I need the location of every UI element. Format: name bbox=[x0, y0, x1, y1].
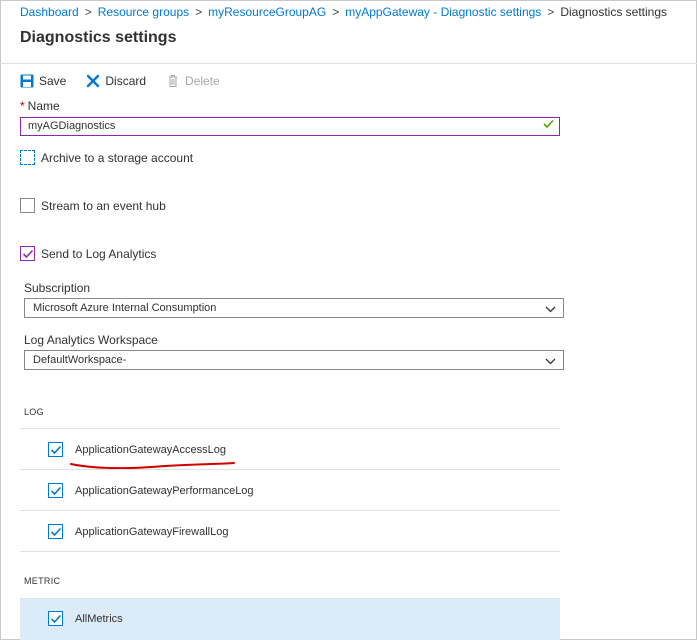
archive-checkbox[interactable] bbox=[20, 150, 35, 165]
all-metrics-checkbox[interactable] bbox=[48, 611, 63, 626]
chevron-down-icon bbox=[545, 304, 556, 317]
stream-checkbox[interactable] bbox=[20, 198, 35, 213]
chevron-down-icon bbox=[545, 356, 556, 369]
discard-button[interactable]: Discard bbox=[86, 74, 146, 88]
breadcrumb-app-gateway-diagnostic-settings[interactable]: myAppGateway - Diagnostic settings bbox=[345, 5, 541, 19]
save-icon bbox=[20, 74, 34, 88]
workspace-label: Log Analytics Workspace bbox=[24, 333, 158, 347]
name-label-text: Name bbox=[27, 99, 60, 113]
checkmark-icon bbox=[50, 527, 62, 537]
name-input[interactable]: myAGDiagnostics bbox=[20, 117, 560, 136]
name-input-value: myAGDiagnostics bbox=[28, 120, 116, 132]
log-section-label: LOG bbox=[24, 407, 44, 417]
breadcrumb-resource-group[interactable]: myResourceGroupAG bbox=[208, 5, 326, 19]
breadcrumb-separator: > bbox=[332, 5, 340, 19]
all-metrics-label: AllMetrics bbox=[75, 613, 123, 625]
workspace-value: DefaultWorkspace- bbox=[33, 354, 127, 366]
log-analytics-checkbox[interactable] bbox=[20, 246, 35, 261]
breadcrumb-separator: > bbox=[84, 5, 92, 19]
breadcrumb-resource-groups[interactable]: Resource groups bbox=[98, 5, 189, 19]
firewall-log-label: ApplicationGatewayFirewallLog bbox=[75, 526, 229, 538]
metric-section-label: METRIC bbox=[24, 576, 61, 586]
breadcrumb-dashboard[interactable]: Dashboard bbox=[20, 5, 79, 19]
archive-label: Archive to a storage account bbox=[41, 151, 194, 165]
save-button[interactable]: Save bbox=[20, 74, 66, 88]
breadcrumb-current: Diagnostics settings bbox=[560, 5, 668, 19]
checkmark-icon bbox=[50, 445, 62, 455]
access-log-label: ApplicationGatewayAccessLog bbox=[75, 444, 227, 456]
subscription-value: Microsoft Azure Internal Consumption bbox=[33, 302, 217, 314]
discard-label: Discard bbox=[105, 74, 147, 88]
required-mark: * bbox=[20, 99, 25, 113]
delete-label: Delete bbox=[185, 74, 220, 88]
firewall-log-checkbox[interactable] bbox=[48, 524, 63, 539]
command-bar: Save Discard Delete bbox=[20, 72, 240, 90]
performance-log-checkbox[interactable] bbox=[48, 483, 63, 498]
name-field-label: * Name bbox=[20, 99, 60, 113]
access-log-checkbox[interactable] bbox=[48, 442, 63, 457]
save-label: Save bbox=[39, 74, 67, 88]
divider bbox=[20, 469, 560, 470]
subscription-select[interactable]: Microsoft Azure Internal Consumption bbox=[24, 298, 564, 318]
divider bbox=[20, 428, 560, 429]
title-divider bbox=[0, 63, 697, 64]
breadcrumb: Dashboard > Resource groups > myResourceGrou… bbox=[20, 5, 667, 19]
checkmark-icon bbox=[50, 614, 62, 624]
trash-icon bbox=[166, 74, 180, 88]
subscription-label: Subscription bbox=[24, 281, 91, 295]
breadcrumb-separator: > bbox=[195, 5, 203, 19]
workspace-select[interactable]: DefaultWorkspace- bbox=[24, 350, 564, 370]
checkmark-icon bbox=[22, 249, 34, 259]
page-title: Diagnostics settings bbox=[20, 29, 177, 46]
divider bbox=[20, 510, 560, 511]
delete-button[interactable]: Delete bbox=[166, 74, 220, 88]
divider bbox=[20, 551, 560, 552]
window-frame bbox=[0, 0, 697, 640]
checkmark-icon bbox=[50, 486, 62, 496]
performance-log-label: ApplicationGatewayPerformanceLog bbox=[75, 485, 254, 497]
close-icon bbox=[86, 74, 100, 88]
valid-check-icon bbox=[543, 119, 554, 133]
log-analytics-label: Send to Log Analytics bbox=[41, 247, 157, 261]
stream-label: Stream to an event hub bbox=[41, 199, 166, 213]
breadcrumb-separator: > bbox=[547, 5, 555, 19]
